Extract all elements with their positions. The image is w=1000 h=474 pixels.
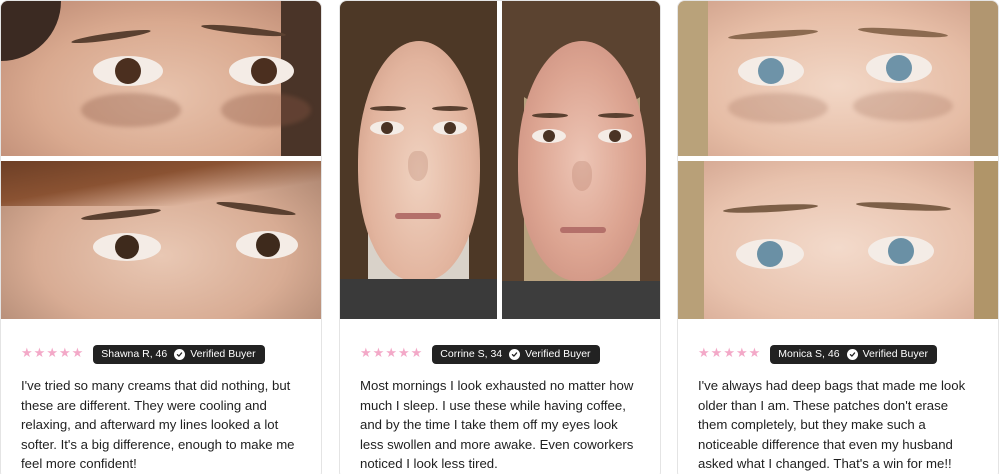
star-icon: ★ xyxy=(21,346,33,361)
star-icon: ★ xyxy=(397,346,410,361)
review-card: ★ ★ ★ ★ ★ Shawna R, 46 Verified Buyer I'… xyxy=(0,0,322,474)
star-icon: ★ xyxy=(46,346,58,361)
before-photo xyxy=(1,1,321,156)
review-card: ★ ★ ★ ★ ★ Corrine S, 34 Verified Buyer M… xyxy=(339,0,661,474)
star-icon: ★ xyxy=(385,346,397,361)
review-text: Most mornings I look exhausted no matter… xyxy=(360,378,634,472)
star-icon: ★ xyxy=(710,346,723,361)
review-meta: ★ ★ ★ ★ ★ Corrine S, 34 Verified Buyer xyxy=(360,344,640,364)
after-photo xyxy=(502,1,660,319)
after-photo xyxy=(678,161,998,319)
star-icon: ★ xyxy=(360,346,372,361)
star-icon: ★ xyxy=(33,346,46,361)
star-icon: ★ xyxy=(735,346,748,361)
reviewer-name: Shawna R, 46 xyxy=(101,347,168,360)
star-rating: ★ ★ ★ ★ ★ xyxy=(21,345,83,363)
reviews-grid: ★ ★ ★ ★ ★ Shawna R, 46 Verified Buyer I'… xyxy=(0,0,1000,474)
before-photo xyxy=(340,1,497,319)
reviewer-badge: Corrine S, 34 Verified Buyer xyxy=(432,344,600,364)
star-icon: ★ xyxy=(372,346,385,361)
reviewer-badge: Shawna R, 46 Verified Buyer xyxy=(93,344,265,364)
check-circle-icon xyxy=(509,348,521,360)
reviewer-name: Corrine S, 34 xyxy=(440,347,503,360)
reviewer-badge: Monica S, 46 Verified Buyer xyxy=(770,344,937,364)
before-after-photos xyxy=(340,1,660,319)
review-card: ★ ★ ★ ★ ★ Monica S, 46 Verified Buyer I'… xyxy=(677,0,999,474)
verified-label: Verified Buyer xyxy=(862,347,928,360)
star-rating: ★ ★ ★ ★ ★ xyxy=(360,345,422,363)
review-body: ★ ★ ★ ★ ★ Corrine S, 34 Verified Buyer M… xyxy=(340,319,660,474)
star-icon: ★ xyxy=(410,346,423,361)
before-photo xyxy=(678,1,998,156)
review-text: I've always had deep bags that made me l… xyxy=(698,378,966,472)
verified-label: Verified Buyer xyxy=(190,347,256,360)
before-after-photos xyxy=(678,1,998,319)
star-rating: ★ ★ ★ ★ ★ xyxy=(698,345,760,363)
verified-label: Verified Buyer xyxy=(525,347,591,360)
after-photo xyxy=(1,161,321,319)
star-icon: ★ xyxy=(723,346,735,361)
review-body: ★ ★ ★ ★ ★ Shawna R, 46 Verified Buyer I'… xyxy=(1,319,321,474)
star-icon: ★ xyxy=(58,346,71,361)
star-icon: ★ xyxy=(698,346,710,361)
check-circle-icon xyxy=(846,348,858,360)
star-icon: ★ xyxy=(748,346,761,361)
star-icon: ★ xyxy=(71,346,84,361)
review-meta: ★ ★ ★ ★ ★ Monica S, 46 Verified Buyer xyxy=(698,344,978,364)
reviewer-name: Monica S, 46 xyxy=(778,347,840,360)
check-circle-icon xyxy=(174,348,186,360)
review-body: ★ ★ ★ ★ ★ Monica S, 46 Verified Buyer I'… xyxy=(678,319,998,474)
review-meta: ★ ★ ★ ★ ★ Shawna R, 46 Verified Buyer xyxy=(21,344,301,364)
before-after-photos xyxy=(1,1,321,319)
review-text: I've tried so many creams that did nothi… xyxy=(21,378,295,472)
